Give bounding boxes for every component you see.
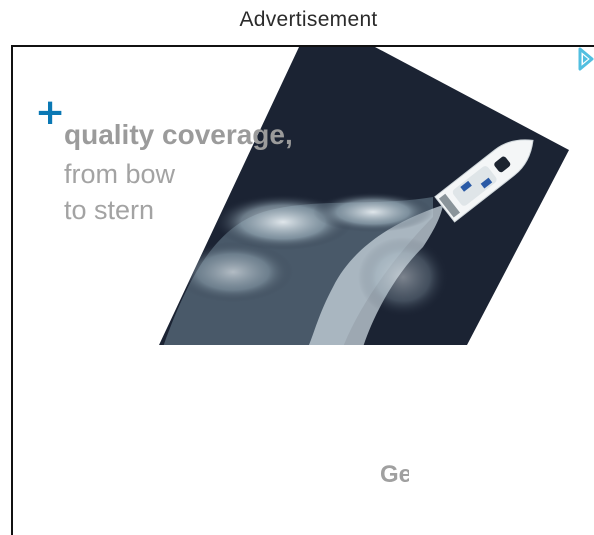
ad-subline-1: from bow bbox=[64, 159, 176, 189]
page: Advertisement + quality coverage, from b… bbox=[0, 0, 594, 535]
advertisement-label: Advertisement bbox=[239, 8, 378, 31]
ad-subline-2: to stern bbox=[64, 195, 155, 225]
adchoices-icon[interactable] bbox=[574, 45, 594, 73]
ad-headline: quality coverage, bbox=[64, 119, 293, 150]
cta-button-text[interactable]: Ge bbox=[380, 461, 409, 489]
plus-logo-icon: + bbox=[35, 92, 66, 133]
ad-banner[interactable]: + quality coverage, from bow to stern Ge bbox=[11, 45, 594, 535]
